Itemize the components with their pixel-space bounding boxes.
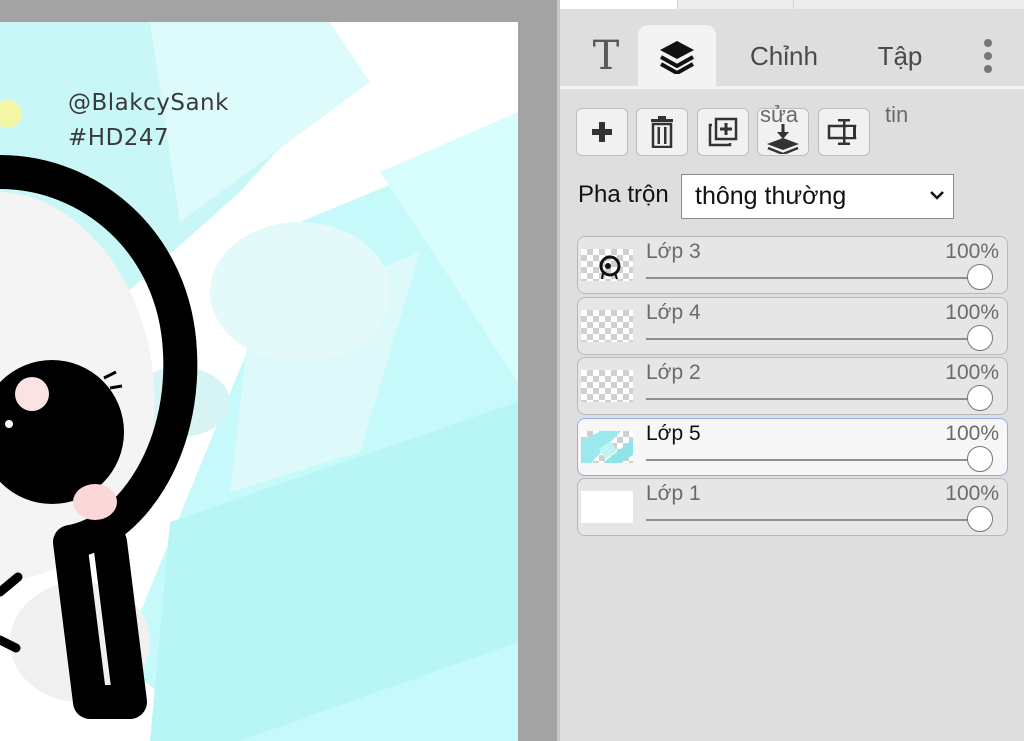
layer-thumbnail: [581, 310, 633, 342]
drawing-canvas[interactable]: @BlakcySank #HD247: [0, 22, 518, 741]
opacity-slider-handle[interactable]: [967, 325, 993, 351]
watermark-handle: @BlakcySank: [68, 90, 229, 116]
layer-properties-button[interactable]: [818, 108, 870, 156]
panel-top-strip: [560, 0, 1024, 9]
properties-icon: [827, 119, 859, 145]
more-menu-button[interactable]: [968, 26, 1008, 86]
tab-adjust-label: Chỉnh: [750, 40, 818, 71]
layer-name: Lớp 2: [646, 361, 701, 384]
merge-label: sửa: [760, 102, 798, 127]
text-tool-icon: T: [592, 33, 620, 79]
chevron-down-icon: [930, 191, 944, 200]
top-strip-tab[interactable]: [793, 0, 1024, 9]
tab-set-label: Tập: [877, 40, 923, 71]
layer-row[interactable]: Lớp 4 100%: [577, 297, 1008, 355]
top-strip-tab[interactable]: [677, 0, 794, 9]
layer-row[interactable]: Lớp 2 100%: [577, 357, 1008, 415]
top-strip-tab-active[interactable]: [560, 0, 678, 9]
panel-tabs: T Chỉnh Tập: [560, 22, 1024, 86]
info-label: tin: [885, 102, 909, 127]
layer-row-selected[interactable]: Lớp 5 100%: [577, 418, 1008, 476]
watermark-tag: #HD247: [68, 125, 170, 151]
layer-name: Lớp 4: [646, 301, 701, 324]
canvas-area[interactable]: @BlakcySank #HD247: [0, 0, 557, 741]
opacity-slider-track[interactable]: [646, 277, 987, 279]
layer-name: Lớp 1: [646, 482, 701, 505]
layer-name: Lớp 5: [646, 422, 701, 445]
opacity-slider-track[interactable]: [646, 459, 987, 461]
merge-down-icon: [767, 124, 799, 154]
tab-adjust[interactable]: Chỉnh: [736, 26, 832, 86]
duplicate-layer-button[interactable]: [697, 108, 749, 156]
layer-opacity: 100%: [945, 240, 999, 263]
more-vertical-icon: [984, 39, 992, 73]
layer-thumbnail: [581, 370, 633, 402]
plus-icon: [592, 122, 612, 142]
layer-opacity: 100%: [945, 482, 999, 505]
opacity-slider-handle[interactable]: [967, 446, 993, 472]
layer-thumbnail-art: [581, 431, 633, 463]
duplicate-icon: [708, 117, 738, 147]
layer-row[interactable]: Lớp 1 100%: [577, 478, 1008, 536]
layer-row[interactable]: Lớp 3 100%: [577, 236, 1008, 294]
layer-opacity: 100%: [945, 301, 999, 324]
tab-set[interactable]: Tập: [860, 26, 940, 86]
layers-icon: [660, 40, 694, 74]
tab-text-tool[interactable]: T: [574, 26, 638, 86]
trash-icon: [651, 116, 673, 148]
opacity-slider-handle[interactable]: [967, 506, 993, 532]
tabs-divider: [560, 86, 1024, 89]
opacity-slider-track[interactable]: [646, 519, 987, 521]
opacity-slider-track[interactable]: [646, 398, 987, 400]
side-panel: T Chỉnh Tập sửa tin Pha trộn thông thườn…: [557, 0, 1024, 741]
layer-thumbnail-art: [599, 255, 621, 280]
layer-thumbnail: [581, 431, 633, 463]
layer-opacity: 100%: [945, 422, 999, 445]
blend-mode-select[interactable]: thông thường: [681, 174, 954, 219]
blend-mode-value: thông thường: [695, 182, 847, 210]
opacity-slider-handle[interactable]: [967, 264, 993, 290]
opacity-slider-track[interactable]: [646, 338, 987, 340]
opacity-slider-handle[interactable]: [967, 385, 993, 411]
blend-mode-label: Pha trộn: [578, 181, 669, 208]
layer-thumbnail: [581, 249, 633, 281]
add-layer-button[interactable]: [576, 108, 628, 156]
layer-thumbnail: [581, 491, 633, 523]
layer-name: Lớp 3: [646, 240, 701, 263]
tab-layers[interactable]: [638, 25, 716, 86]
layer-opacity: 100%: [945, 361, 999, 384]
delete-layer-button[interactable]: [636, 108, 688, 156]
